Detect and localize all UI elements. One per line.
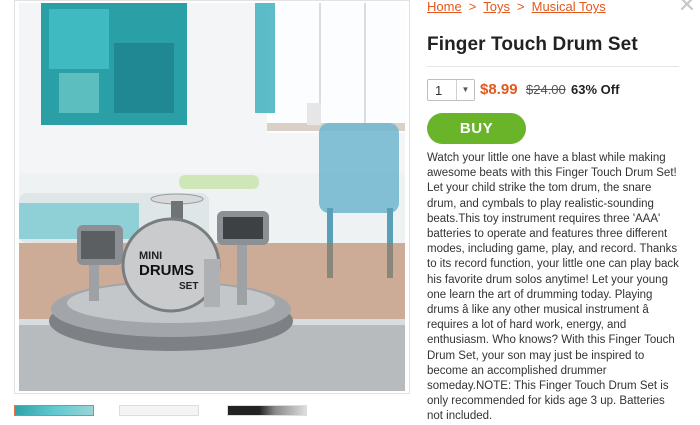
thumbnail-1[interactable]	[14, 405, 94, 416]
drum-logo-line1: MINI	[139, 250, 162, 262]
breadcrumb: Home > Toys > Musical Toys	[427, 0, 606, 13]
product-description: Watch your little one have a blast while…	[427, 152, 679, 423]
breadcrumb-home[interactable]: Home	[427, 0, 462, 14]
product-image-frame: MINI DRUMS SET	[14, 0, 410, 394]
thumbnail-strip	[14, 405, 410, 416]
close-icon[interactable]: ✕	[676, 0, 698, 16]
breadcrumb-musical-toys[interactable]: Musical Toys	[532, 0, 606, 14]
drum-logo-line2: DRUMS	[139, 262, 194, 279]
discount-badge: 63% Off	[571, 82, 620, 97]
buy-button[interactable]: BUY	[427, 113, 526, 144]
product-title: Finger Touch Drum Set	[427, 34, 638, 55]
breadcrumb-separator: >	[468, 0, 477, 14]
drum-set-illustration: MINI DRUMS SET	[19, 3, 405, 391]
product-photo[interactable]: MINI DRUMS SET	[19, 3, 405, 391]
title-divider	[427, 66, 679, 67]
drum-logo-line3: SET	[179, 281, 198, 292]
sale-price: $8.99	[480, 81, 518, 98]
chevron-down-icon: ▼	[456, 80, 474, 100]
breadcrumb-toys[interactable]: Toys	[483, 0, 510, 14]
quantity-value: 1	[435, 83, 443, 98]
thumbnail-2[interactable]	[119, 405, 199, 416]
breadcrumb-separator: >	[517, 0, 525, 14]
original-price: $24.00	[526, 82, 566, 97]
thumbnail-3[interactable]	[227, 405, 307, 416]
quantity-select[interactable]: 1 ▼	[427, 79, 475, 101]
